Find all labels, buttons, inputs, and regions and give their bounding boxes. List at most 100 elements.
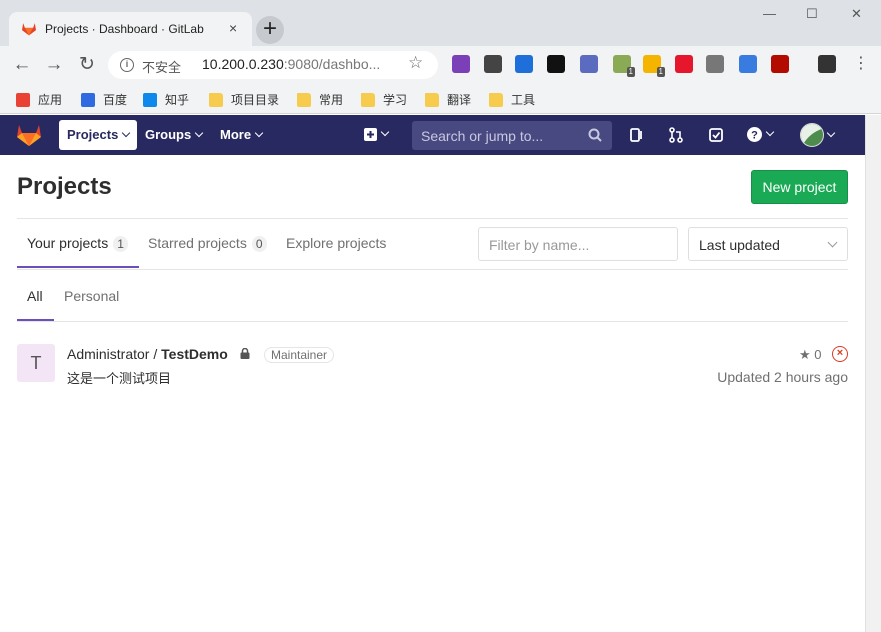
lock-icon <box>240 348 250 359</box>
project-name: TestDemo <box>161 346 228 362</box>
bookmark-label: 百度 <box>103 93 128 107</box>
chevron-down-icon <box>254 128 264 138</box>
merge-request-icon[interactable] <box>668 127 684 143</box>
folder-icon <box>425 93 439 107</box>
folder-icon <box>209 93 223 107</box>
bookmark-item[interactable]: 应用 <box>16 91 62 107</box>
tab-your-projects[interactable]: Your projects 1 <box>27 235 128 252</box>
m-icon[interactable] <box>484 55 502 73</box>
pipeline-failed-icon[interactable]: × <box>832 346 848 362</box>
search-icon <box>588 128 602 142</box>
new-project-button[interactable]: New project <box>751 170 848 204</box>
new-tab-button[interactable]: + <box>256 16 284 44</box>
project-updated: Updated 2 hours ago <box>717 369 848 385</box>
chat-icon[interactable]: 1 <box>643 55 665 77</box>
minimize-icon[interactable]: — <box>763 6 776 21</box>
user-ext-icon[interactable] <box>818 55 836 73</box>
tab-starred-projects[interactable]: Starred projects 0 <box>148 235 267 252</box>
window-close-icon[interactable]: ✕ <box>851 6 862 22</box>
tab-label: Your projects <box>27 235 109 251</box>
help-icon: ? <box>747 127 762 142</box>
todo-icon[interactable] <box>708 127 724 143</box>
bookmark-label: 应用 <box>38 93 63 107</box>
url-path: :9080/dashbo... <box>283 56 381 72</box>
g-icon[interactable]: 1 <box>613 55 635 77</box>
nav-groups-label: Groups <box>145 127 192 142</box>
nav-projects[interactable]: Projects <box>59 120 138 150</box>
browser-menu-icon[interactable]: ⋮ <box>853 54 869 74</box>
info-icon[interactable]: i <box>120 58 134 72</box>
bookmark-item[interactable]: 工具 <box>489 91 535 107</box>
main-content: Projects New project Your projects 1 Star… <box>0 155 865 632</box>
user-avatar[interactable] <box>800 123 824 147</box>
bookmark-item[interactable]: 常用 <box>297 91 343 107</box>
back-icon[interactable]: ← <box>11 54 33 76</box>
search-input[interactable]: Search or jump to... <box>421 128 543 144</box>
new-dropdown[interactable] <box>364 127 394 143</box>
bookmark-item[interactable]: 学习 <box>361 91 407 107</box>
filter-input[interactable]: Filter by name... <box>478 227 678 261</box>
bookmark-label: 常用 <box>319 93 344 107</box>
subtab-all[interactable]: All <box>27 288 43 304</box>
filter-placeholder: Filter by name... <box>489 237 590 253</box>
star-count-value: 0 <box>814 347 822 362</box>
folder-icon <box>297 93 311 107</box>
issues-board-icon[interactable] <box>629 127 645 143</box>
plus-square-icon <box>364 128 377 141</box>
active-tab-indicator <box>17 266 139 268</box>
chevron-down-icon[interactable] <box>826 128 836 138</box>
star-icon: ★ <box>799 347 811 362</box>
bookmark-star-icon[interactable]: ☆ <box>408 53 423 73</box>
project-row[interactable]: T Administrator / TestDemo Maintainer 这是… <box>17 322 848 386</box>
tab-label: Explore projects <box>286 235 387 251</box>
forward-icon[interactable]: → <box>43 54 65 76</box>
url-text[interactable]: 10.200.0.230:9080/dashbo... <box>202 56 380 72</box>
browser-tab[interactable]: Projects · Dashboard · GitLab × <box>9 12 252 46</box>
project-title[interactable]: Administrator / TestDemo <box>67 346 228 362</box>
role-badge: Maintainer <box>264 347 335 363</box>
bookmark-item[interactable]: 知乎 <box>143 91 189 107</box>
folder-icon <box>489 93 503 107</box>
tab-explore-projects[interactable]: Explore projects <box>286 235 386 251</box>
maximize-icon[interactable]: ☐ <box>806 6 818 22</box>
svg-text:?: ? <box>751 130 758 142</box>
sort-dropdown[interactable]: Last updated <box>688 227 848 261</box>
project-description: 这是一个测试项目 <box>67 371 172 386</box>
pdf-icon[interactable] <box>771 55 789 73</box>
gitlab-logo-icon[interactable] <box>16 123 42 147</box>
bookmark-item[interactable]: 项目目录 <box>209 91 279 107</box>
count-badge: 0 <box>251 236 267 252</box>
reload-icon[interactable]: ↻ <box>76 54 98 76</box>
bookmark-item[interactable]: 翻译 <box>425 91 471 107</box>
project-avatar[interactable]: T <box>17 344 55 382</box>
tab-title: Projects · Dashboard · GitLab <box>45 22 204 36</box>
search-ext-icon[interactable] <box>580 55 598 73</box>
count-badge: 1 <box>113 236 128 252</box>
bird-icon[interactable] <box>739 55 757 73</box>
search-box[interactable]: Search or jump to... <box>412 121 612 150</box>
bookmark-item[interactable]: 百度 <box>81 91 127 107</box>
nav-more[interactable]: More <box>212 120 270 150</box>
bookmarks-bar: 应用 百度 知乎 项目目录 常用 学习 翻译 工具 <box>0 84 881 114</box>
gitlab-favicon-icon <box>22 23 36 36</box>
apps-icon <box>16 93 30 107</box>
gitlab-navbar: Projects Groups More Search or jump to..… <box>0 115 865 155</box>
address-bar[interactable]: i 不安全 10.200.0.230:9080/dashbo... ☆ <box>108 51 438 79</box>
extension-badge: 1 <box>656 67 665 77</box>
gear-ext-icon[interactable] <box>706 55 724 73</box>
nav-groups[interactable]: Groups <box>137 120 210 150</box>
close-tab-icon[interactable]: × <box>229 20 237 36</box>
url-host: 10.200.0.230 <box>202 56 284 72</box>
baidu-icon <box>81 93 95 107</box>
page-scrollbar[interactable] <box>865 115 881 632</box>
security-label: 不安全 <box>142 60 182 75</box>
rp-icon[interactable] <box>452 55 470 73</box>
translate-icon[interactable] <box>515 55 533 73</box>
subtab-personal[interactable]: Personal <box>64 288 119 304</box>
help-dropdown[interactable]: ? <box>747 127 779 143</box>
bookmark-label: 知乎 <box>165 93 190 107</box>
bookmark-label: 工具 <box>511 93 536 107</box>
star-count[interactable]: ★ 0 <box>799 347 822 363</box>
weibo-icon[interactable] <box>675 55 693 73</box>
media-icon[interactable] <box>547 55 565 73</box>
